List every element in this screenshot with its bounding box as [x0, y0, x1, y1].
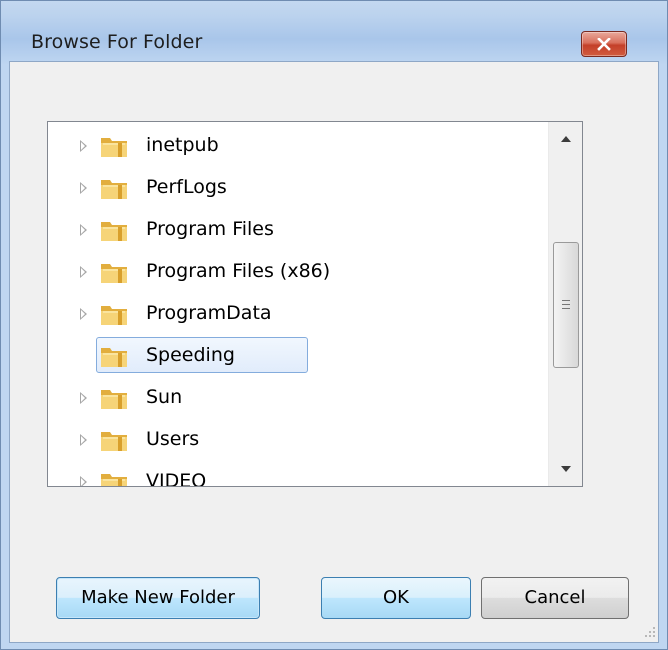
grip-line	[562, 308, 570, 309]
close-button[interactable]	[581, 31, 627, 57]
vertical-scrollbar[interactable]	[548, 122, 582, 486]
tree-item-label: Users	[146, 428, 200, 450]
tree-item-label: VIDEO	[146, 470, 207, 486]
scroll-up-button[interactable]	[549, 122, 582, 156]
dialog-title: Browse For Folder	[31, 31, 203, 53]
folder-icon	[101, 264, 127, 283]
tree-item-sun[interactable]: Sun	[48, 378, 548, 418]
folder-icon	[101, 390, 127, 409]
tree-item-label: inetpub	[146, 134, 219, 156]
folder-icon	[101, 348, 127, 367]
expand-triangle-icon[interactable]	[80, 308, 87, 320]
title-bar[interactable]: Browse For Folder	[1, 1, 667, 61]
make-new-folder-button[interactable]: Make New Folder	[56, 577, 260, 619]
folder-tree[interactable]: inetpub PerfLogs Program Files Program F…	[47, 121, 583, 487]
tree-item-video[interactable]: VIDEO	[48, 462, 548, 486]
grip-line	[562, 304, 570, 305]
tree-item-program-files[interactable]: Program Files	[48, 210, 548, 250]
folder-icon	[101, 222, 127, 241]
resize-grip-icon[interactable]	[641, 623, 657, 639]
scroll-down-button[interactable]	[549, 452, 582, 486]
cancel-button[interactable]: Cancel	[481, 577, 629, 619]
folder-icon	[101, 138, 127, 157]
expand-triangle-icon[interactable]	[80, 266, 87, 278]
tree-item-label: Program Files	[146, 218, 274, 240]
tree-item-programdata[interactable]: ProgramData	[48, 294, 548, 334]
tree-item-label: PerfLogs	[146, 176, 227, 198]
folder-icon	[101, 432, 127, 451]
tree-item-speeding[interactable]: Speeding	[48, 336, 548, 376]
expand-triangle-icon[interactable]	[80, 476, 87, 486]
folder-icon	[101, 306, 127, 325]
tree-item-perflogs[interactable]: PerfLogs	[48, 168, 548, 208]
tree-item-inetpub[interactable]: inetpub	[48, 126, 548, 166]
tree-item-program-files-x86[interactable]: Program Files (x86)	[48, 252, 548, 292]
folder-icon	[101, 180, 127, 199]
tree-item-users[interactable]: Users	[48, 420, 548, 460]
grip-line	[562, 300, 570, 301]
close-icon	[597, 38, 611, 51]
scrollbar-thumb[interactable]	[553, 242, 579, 368]
tree-item-label: Program Files (x86)	[146, 260, 331, 282]
expand-triangle-icon[interactable]	[80, 392, 87, 404]
tree-item-label: ProgramData	[146, 302, 272, 324]
expand-triangle-icon[interactable]	[80, 140, 87, 152]
browse-folder-dialog: Browse For Folder inetpub PerfLogs Progr…	[0, 0, 668, 650]
ok-button[interactable]: OK	[321, 577, 471, 619]
expand-triangle-icon[interactable]	[80, 434, 87, 446]
tree-item-label: Sun	[146, 386, 183, 408]
tree-item-label: Speeding	[146, 344, 235, 366]
expand-triangle-icon[interactable]	[80, 182, 87, 194]
expand-triangle-icon[interactable]	[80, 224, 87, 236]
folder-icon	[101, 474, 127, 486]
folder-tree-list: inetpub PerfLogs Program Files Program F…	[48, 122, 548, 486]
